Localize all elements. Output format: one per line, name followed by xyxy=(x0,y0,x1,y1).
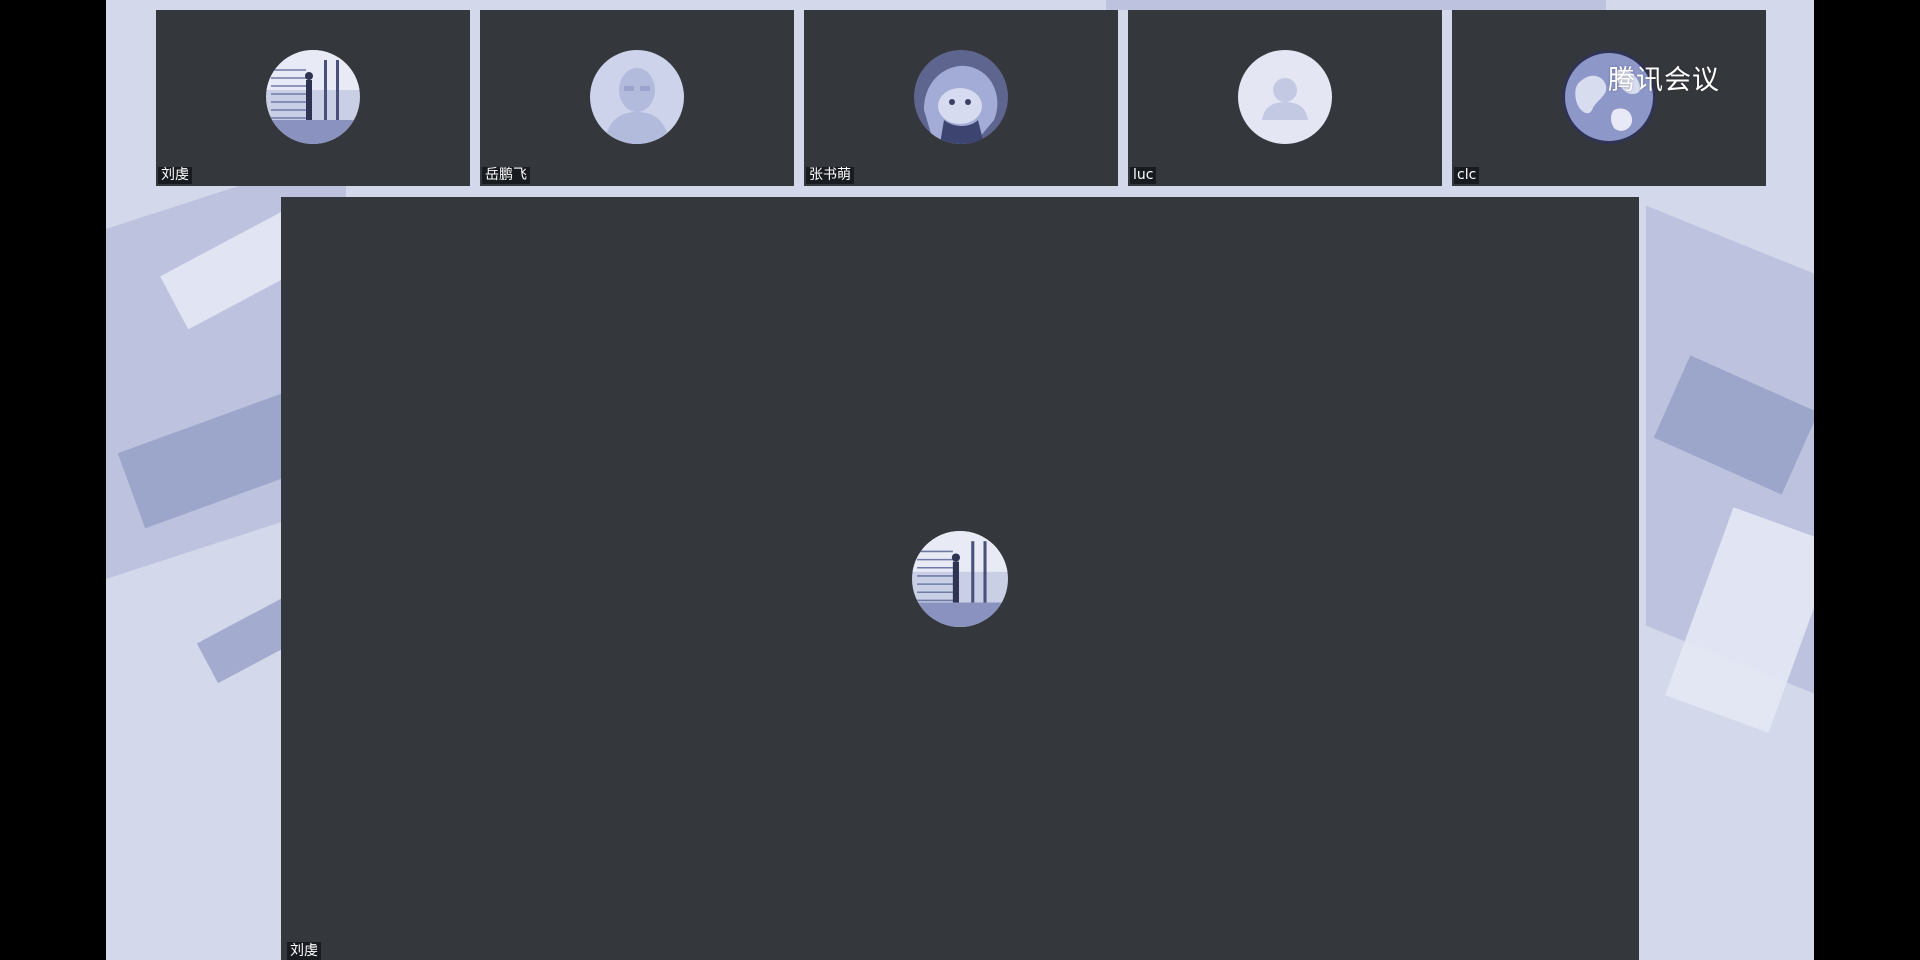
photo-avatar-icon xyxy=(912,531,1008,627)
brand-logo-text: 腾讯会议 xyxy=(1608,65,1720,96)
participant-strip: 刘虔 岳鹏飞 张书萌 luc 腾讯会议 clc xyxy=(156,10,1769,186)
active-speaker-name: 刘虔 xyxy=(287,942,321,960)
default-user-avatar-icon xyxy=(1238,50,1332,144)
participant-tile[interactable]: 岳鹏飞 xyxy=(480,10,794,186)
participant-tile[interactable]: 刘虔 xyxy=(156,10,470,186)
photo-avatar-icon xyxy=(266,50,360,144)
meeting-window: 刘虔 岳鹏飞 张书萌 luc 腾讯会议 clc 刘虔 xyxy=(106,0,1814,960)
background-shape xyxy=(1106,0,1606,10)
anime-avatar-icon xyxy=(914,50,1008,144)
participant-tile[interactable]: luc xyxy=(1128,10,1442,186)
participant-name: 岳鹏飞 xyxy=(482,167,530,184)
participant-tile[interactable]: 张书萌 xyxy=(804,10,1118,186)
default-face-avatar-icon xyxy=(590,50,684,144)
participant-name: 张书萌 xyxy=(806,167,854,184)
participant-tile[interactable]: 腾讯会议 clc xyxy=(1452,10,1766,186)
participant-name: 刘虔 xyxy=(158,167,192,184)
active-speaker-video[interactable]: 刘虔 xyxy=(281,197,1639,960)
participant-name: clc xyxy=(1454,167,1480,184)
participant-name: luc xyxy=(1130,167,1157,184)
